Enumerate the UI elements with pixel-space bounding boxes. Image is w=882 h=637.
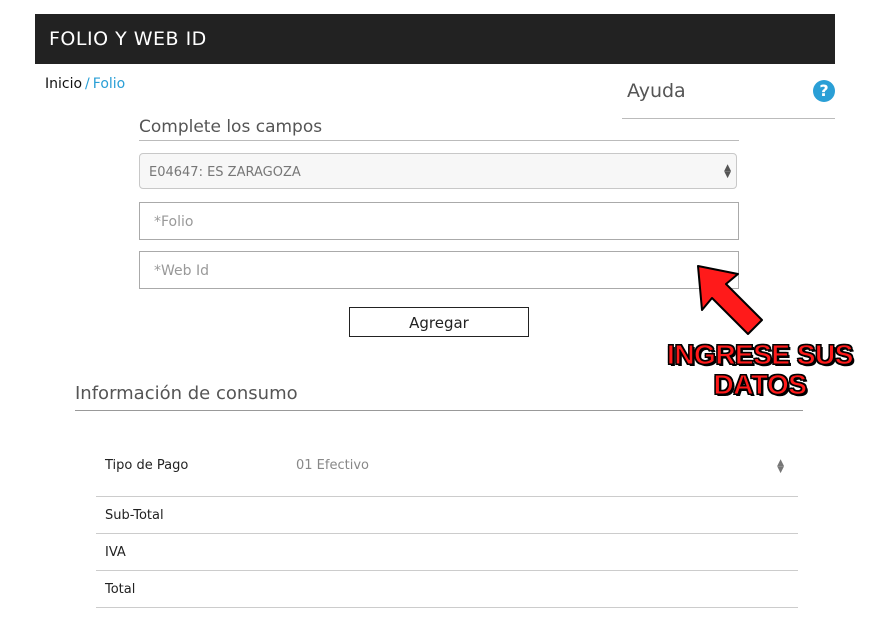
consumo-title-text: Información de consumo — [75, 383, 298, 404]
folio-placeholder: *Folio — [154, 214, 194, 230]
breadcrumb-home[interactable]: Inicio — [45, 76, 82, 92]
agregar-button[interactable]: Agregar — [349, 307, 529, 337]
question-icon[interactable]: ? — [813, 80, 835, 102]
form-title-text: Complete los campos — [139, 117, 323, 137]
annotation-line-2: DATOS — [713, 369, 807, 400]
webid-input[interactable]: *Web Id — [139, 251, 739, 289]
consumo-table: Tipo de Pago 01 Efectivo ▲ ▼ Sub-Total IV… — [96, 440, 798, 608]
subtotal-row: Sub-Total — [96, 497, 798, 534]
store-select[interactable]: E04647: ES ZARAGOZA ▲ ▼ — [139, 153, 737, 189]
iva-label: IVA — [105, 545, 126, 560]
breadcrumb-current[interactable]: Folio — [93, 76, 125, 92]
tipo-pago-label: Tipo de Pago — [105, 458, 189, 473]
iva-row: IVA — [96, 534, 798, 571]
annotation-arrow-icon — [697, 265, 763, 335]
page-title: FOLIO Y WEB ID — [49, 28, 207, 50]
help-title: Ayuda — [627, 80, 686, 102]
annotation-text: INGRESE SUS DATOS — [640, 339, 880, 400]
help-panel: Ayuda ? — [622, 76, 835, 119]
breadcrumb: Inicio / Folio — [45, 76, 125, 92]
select-arrows-icon: ▲ ▼ — [724, 163, 731, 180]
select-arrows-icon: ▲ ▼ — [777, 458, 784, 475]
webid-placeholder: *Web Id — [154, 263, 209, 279]
tipo-pago-select[interactable]: 01 Efectivo — [296, 458, 369, 473]
tipo-pago-row: Tipo de Pago 01 Efectivo ▲ ▼ — [96, 440, 798, 497]
total-label: Total — [105, 582, 136, 597]
folio-input[interactable]: *Folio — [139, 202, 739, 240]
store-select-value: E04647: ES ZARAGOZA — [149, 165, 301, 180]
breadcrumb-separator: / — [85, 76, 90, 92]
subtotal-label: Sub-Total — [105, 508, 164, 523]
form-title: Complete los campos — [139, 117, 739, 141]
page-header: FOLIO Y WEB ID — [35, 14, 835, 64]
annotation-line-1: INGRESE SUS — [667, 339, 854, 370]
total-row: Total — [96, 571, 798, 608]
